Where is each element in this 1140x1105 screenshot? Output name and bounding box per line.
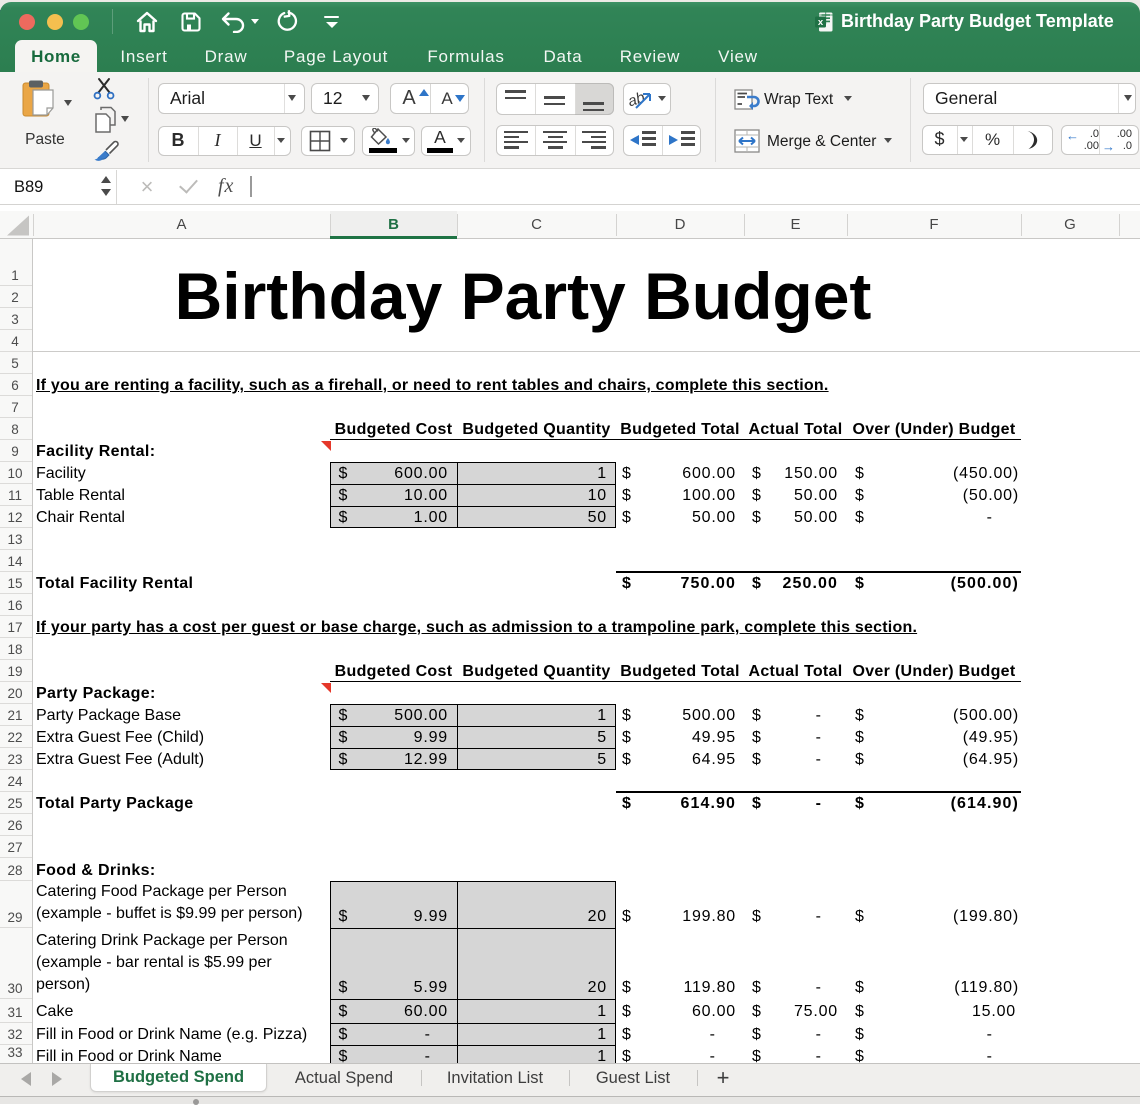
svg-text:x: x [818, 17, 824, 28]
